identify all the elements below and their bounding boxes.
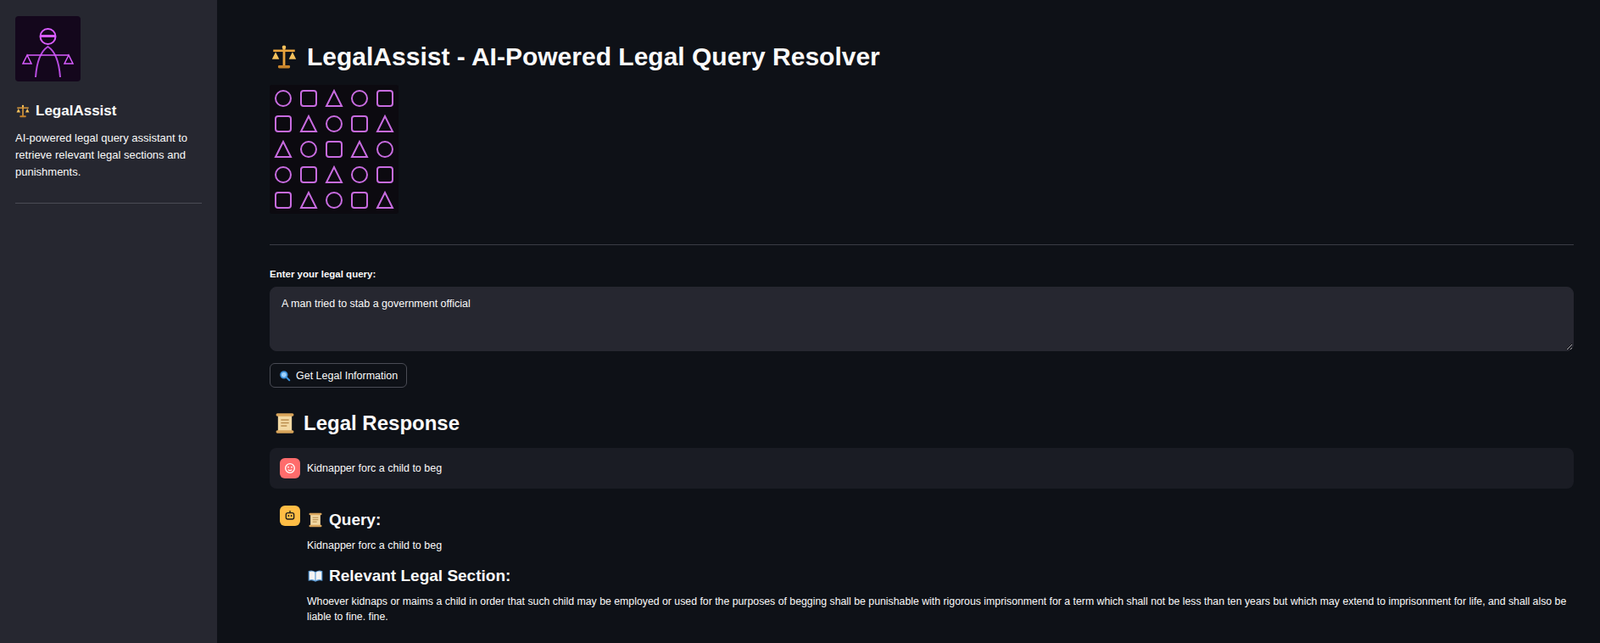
book-icon xyxy=(306,567,324,585)
message-text: Kidnapper forc a child to beg xyxy=(306,460,442,476)
magnifier-icon xyxy=(278,369,291,382)
robot-icon xyxy=(283,508,297,523)
sidebar-divider xyxy=(15,202,202,204)
query-heading: Query: xyxy=(306,508,1574,531)
page-title: LegalAssist - AI-Powered Legal Query Res… xyxy=(269,40,1574,73)
query-label: Enter your legal query: xyxy=(269,267,1574,281)
submit-button[interactable]: Get Legal Information xyxy=(269,362,407,388)
user-message: Kidnapper forc a child to beg xyxy=(269,447,1574,489)
sidebar-description: AI-powered legal query assistant to retr… xyxy=(15,129,202,181)
app-window: LegalAssist AI-powered legal query assis… xyxy=(0,0,1600,643)
assistant-content: Query: Kidnapper forc a child to beg Rel… xyxy=(306,505,1574,625)
divider xyxy=(269,244,1574,246)
scroll-icon xyxy=(273,411,297,435)
section-heading: Relevant Legal Section: xyxy=(306,564,1574,587)
face-icon xyxy=(283,461,297,475)
hero-image xyxy=(269,84,399,214)
response-title: Legal Response xyxy=(273,409,1574,437)
sidebar-title: LegalAssist xyxy=(15,102,202,120)
sidebar: LegalAssist AI-powered legal query assis… xyxy=(0,0,218,643)
scale-icon xyxy=(269,42,299,72)
query-textarea[interactable] xyxy=(269,286,1574,352)
main-content: LegalAssist - AI-Powered Legal Query Res… xyxy=(217,0,1600,643)
legal-icons-grid-icon xyxy=(269,84,399,214)
section-text: Whoever kidnaps or maims a child in orde… xyxy=(306,593,1574,625)
user-avatar xyxy=(279,457,301,479)
assistant-message: Query: Kidnapper forc a child to beg Rel… xyxy=(269,495,1574,635)
scale-icon xyxy=(15,103,31,119)
logo-image xyxy=(15,16,81,82)
scroll-icon xyxy=(306,511,324,529)
lady-justice-icon xyxy=(15,16,81,82)
query-text: Kidnapper forc a child to beg xyxy=(306,537,1574,553)
assistant-avatar xyxy=(279,505,301,526)
